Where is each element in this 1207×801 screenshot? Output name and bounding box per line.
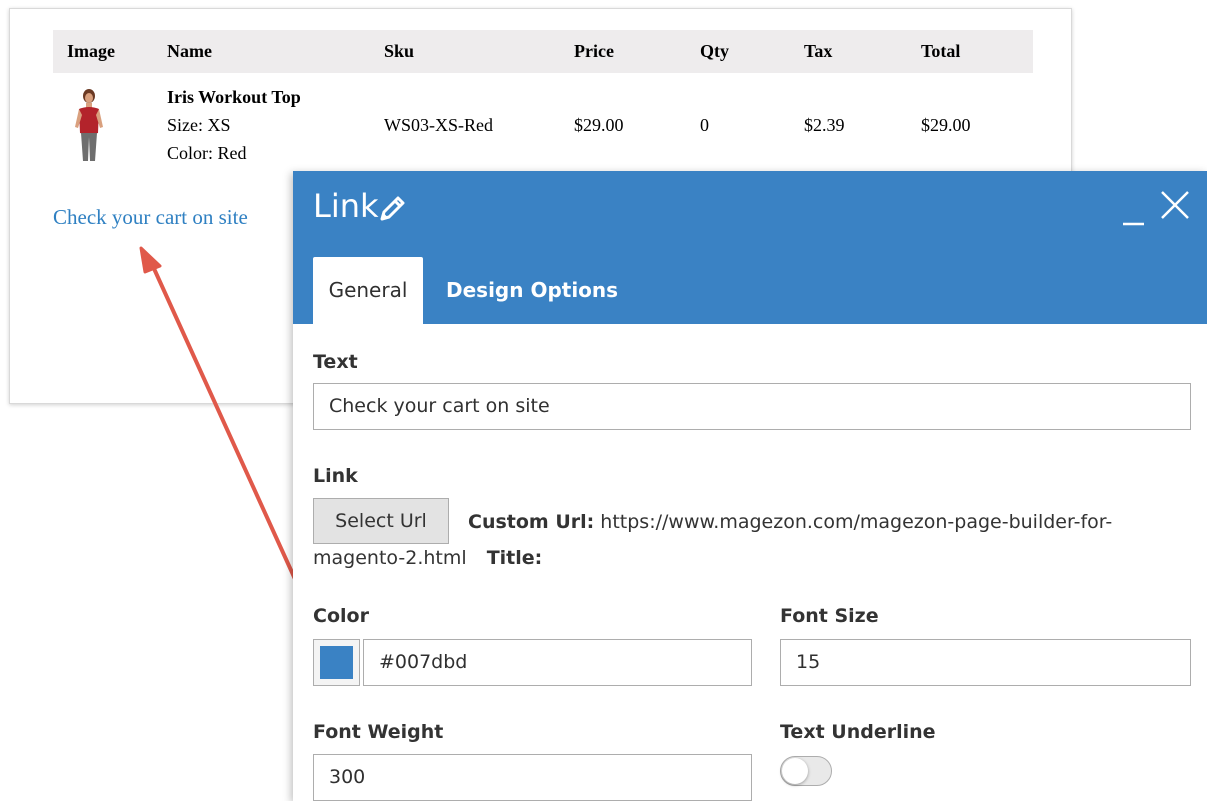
minimize-icon[interactable] xyxy=(1122,193,1146,227)
tab-general[interactable]: General xyxy=(313,257,423,324)
text-underline-toggle[interactable] xyxy=(780,756,832,786)
product-color: Color: Red xyxy=(167,143,247,163)
product-name-cell: Iris Workout Top Size: XS Color: Red xyxy=(153,73,370,167)
column-header-sku: Sku xyxy=(370,30,560,73)
text-label: Text xyxy=(313,351,358,373)
text-underline-label: Text Underline xyxy=(780,721,936,743)
table-header-row: Image Name Sku Price Qty Tax Total xyxy=(53,30,1033,73)
link-settings-modal: Link General Design Options Text Check y… xyxy=(293,171,1207,801)
product-image xyxy=(75,89,103,161)
custom-url-line2: magento-2.html Title: xyxy=(313,547,542,569)
product-name: Iris Workout Top xyxy=(167,87,301,107)
custom-url-value-cont: magento-2.html xyxy=(313,547,467,569)
cart-link[interactable]: Check your cart on site xyxy=(53,205,248,230)
column-header-image: Image xyxy=(53,30,153,73)
product-image-cell xyxy=(53,73,153,167)
column-header-qty: Qty xyxy=(686,30,790,73)
column-header-price: Price xyxy=(560,30,686,73)
link-label: Link xyxy=(313,465,358,487)
select-url-button[interactable]: Select Url xyxy=(313,498,449,544)
column-header-tax: Tax xyxy=(790,30,907,73)
pencil-icon xyxy=(380,196,405,221)
modal-header: Link General Design Options xyxy=(293,171,1207,324)
color-label: Color xyxy=(313,605,369,627)
modal-title: Link xyxy=(313,187,379,225)
column-header-total: Total xyxy=(907,30,1033,73)
custom-url-line1: Custom Url: https://www.magezon.com/mage… xyxy=(468,511,1112,533)
column-header-name: Name xyxy=(153,30,370,73)
product-price: $29.00 xyxy=(574,114,624,135)
title-label: Title: xyxy=(486,547,543,569)
product-qty: 0 xyxy=(700,114,709,135)
order-items-table: Image Name Sku Price Qty Tax Total Iris … xyxy=(53,30,1033,167)
color-swatch[interactable] xyxy=(313,639,360,686)
text-input[interactable]: Check your cart on site xyxy=(313,383,1191,430)
custom-url-label: Custom Url: xyxy=(468,511,595,533)
font-weight-input[interactable]: 300 xyxy=(313,754,752,801)
tab-design-options[interactable]: Design Options xyxy=(446,257,618,324)
font-weight-label: Font Weight xyxy=(313,721,444,743)
font-size-input[interactable]: 15 xyxy=(780,639,1191,686)
product-total: $29.00 xyxy=(921,114,971,135)
close-icon[interactable] xyxy=(1159,189,1191,221)
table-row: Iris Workout Top Size: XS Color: Red WS0… xyxy=(53,73,1033,167)
product-size: Size: XS xyxy=(167,115,231,135)
font-size-label: Font Size xyxy=(780,605,879,627)
product-sku: WS03-XS-Red xyxy=(384,114,493,135)
color-input[interactable]: #007dbd xyxy=(363,639,752,686)
product-tax: $2.39 xyxy=(804,114,845,135)
custom-url-value: https://www.magezon.com/magezon-page-bui… xyxy=(600,511,1113,533)
color-swatch-fill xyxy=(320,646,353,679)
toggle-knob xyxy=(782,758,808,784)
